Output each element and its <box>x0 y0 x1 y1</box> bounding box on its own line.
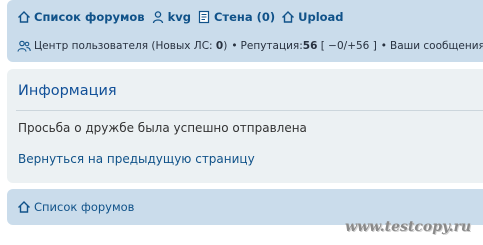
divider <box>16 110 483 111</box>
ucp-link-text: Центр пользователя (Новых ЛС: <box>34 40 216 52</box>
reputation-detail: [ −0/+56 ] <box>320 40 377 52</box>
upload-icon <box>281 10 295 24</box>
profile-link[interactable]: kvg <box>168 10 191 24</box>
bullet-separator: • <box>380 40 387 52</box>
home-icon[interactable] <box>17 200 31 214</box>
info-message: Просьба о дружбе была успешно отправлена <box>18 121 307 135</box>
upload-link[interactable]: Upload <box>298 10 343 24</box>
wall-icon <box>197 10 211 24</box>
wall-link[interactable]: Стена (0) <box>214 10 275 24</box>
ucp-link-close: ) <box>223 40 228 52</box>
home-icon[interactable] <box>17 10 31 24</box>
nav-links: Список форумов kvg Стена (0) Upload <box>17 10 344 24</box>
panel-title: Информация <box>18 83 117 99</box>
your-posts-link[interactable]: Ваши сообщения <box>390 40 483 52</box>
users-icon <box>17 39 31 53</box>
reputation-value[interactable]: 56 <box>303 40 318 52</box>
footer-forum-index-link[interactable]: Список форумов <box>34 200 134 214</box>
top-navbar: Список форумов kvg Стена (0) Upload Цент… <box>7 0 483 62</box>
bullet-separator: • <box>231 40 238 52</box>
watermark: www.testcopy.ru <box>345 219 471 235</box>
user-bar: Центр пользователя (Новых ЛС: 0) • Репут… <box>17 39 483 53</box>
footer-links: Список форумов <box>17 200 134 214</box>
back-link[interactable]: Вернуться на предыдущую страницу <box>18 152 255 166</box>
user-icon <box>151 10 165 24</box>
reputation-label: Репутация: <box>240 40 303 52</box>
ucp-link[interactable]: Центр пользователя (Новых ЛС: 0) <box>34 40 227 52</box>
info-panel: Информация Просьба о дружбе была успешно… <box>7 69 483 183</box>
forum-index-link[interactable]: Список форумов <box>34 10 145 24</box>
